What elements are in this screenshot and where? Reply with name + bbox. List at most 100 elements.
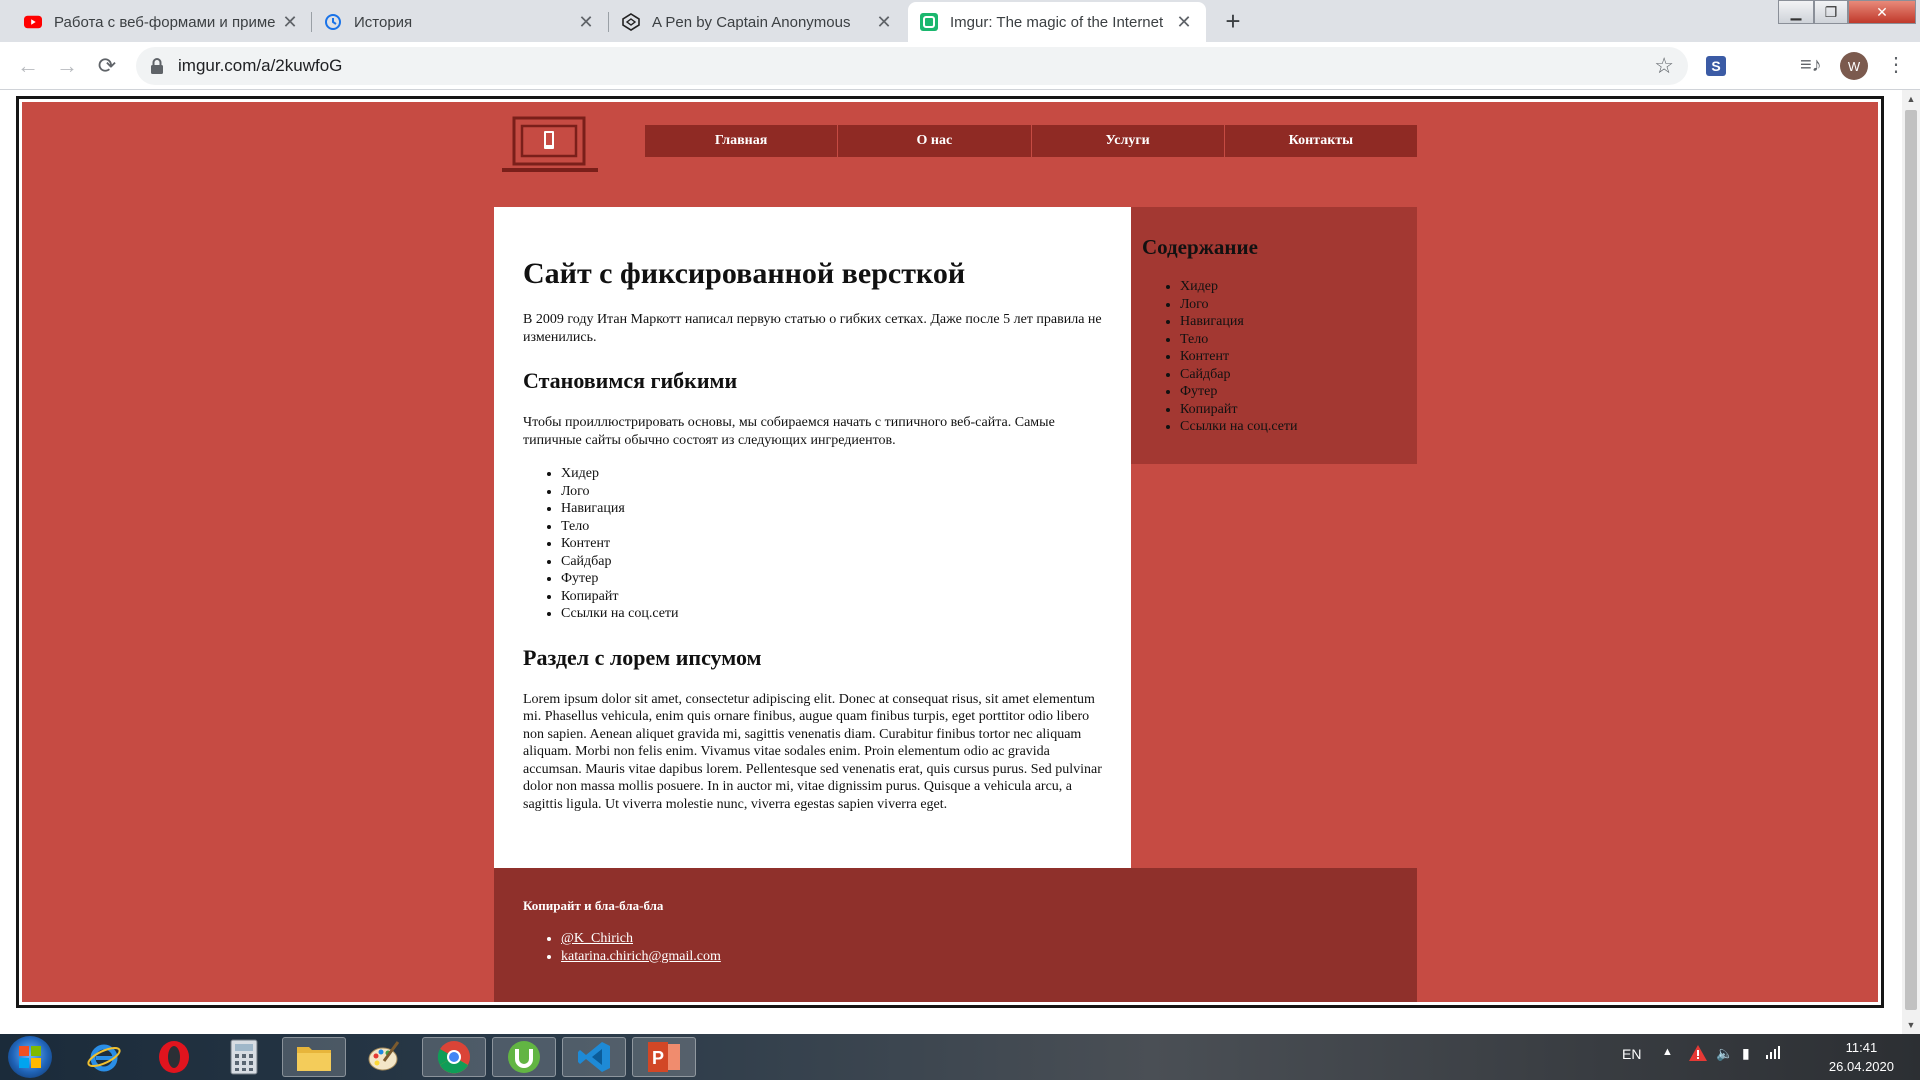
sidebar-item: Лого [1180, 296, 1407, 314]
list-item: Лого [561, 483, 1103, 501]
list-item: Хидер [561, 465, 1103, 483]
chrome-icon[interactable] [422, 1037, 486, 1077]
laptop-logo-icon[interactable] [500, 116, 600, 176]
opera-icon[interactable] [142, 1037, 206, 1077]
power-icon[interactable]: ▮ [1742, 1045, 1750, 1062]
list-item: Футер [561, 570, 1103, 588]
list-item: Тело [561, 518, 1103, 536]
vscode-icon[interactable] [562, 1037, 626, 1077]
nav-about[interactable]: О нас [838, 125, 1032, 157]
history-icon [324, 13, 342, 31]
sidebar-item: Контент [1180, 348, 1407, 366]
language-indicator[interactable]: EN [1622, 1046, 1641, 1062]
sidebar-item: Копирайт [1180, 401, 1407, 419]
tab-title: История [354, 13, 413, 31]
start-button[interactable] [8, 1036, 52, 1078]
sidebar-item: Навигация [1180, 313, 1407, 331]
tab-close-icon[interactable]: ✕ [576, 12, 596, 33]
show-hidden-icons-icon[interactable]: ▲ [1662, 1046, 1673, 1058]
footer-links: @K_Chirich katarina.chirich@gmail.com [561, 930, 1388, 965]
codepen-icon [622, 13, 640, 31]
vertical-scrollbar[interactable]: ▲ ▼ [1902, 90, 1920, 1034]
tab-youtube[interactable]: Работа с веб-формами и приме ✕ [12, 2, 312, 42]
body-paragraph: Чтобы проиллюстрировать основы, мы собир… [523, 415, 1055, 448]
nav-home[interactable]: Главная [645, 125, 839, 157]
sidebar-item: Тело [1180, 331, 1407, 349]
menu-kebab-icon[interactable]: ⋮ [1886, 52, 1906, 77]
tab-imgur[interactable]: Imgur: The magic of the Internet ✕ [908, 2, 1206, 42]
windows-taskbar: P EN ▲ 🔈 ▮ 11:41 26.04.2020 [0, 1034, 1920, 1080]
lorem-paragraph: Lorem ipsum dolor sit amet, consectetur … [523, 691, 1102, 812]
volume-icon[interactable]: 🔈 [1716, 1045, 1733, 1062]
new-tab-button[interactable]: + [1214, 6, 1252, 36]
sidebar-title: Содержание [1142, 235, 1258, 259]
nav-contacts[interactable]: Контакты [1225, 125, 1417, 157]
page-viewport: Главная О нас Услуги Контакты Сайт с фик… [0, 90, 1920, 1034]
site-footer: Копирайт и бла-бла-бла @K_Chirich katari… [494, 868, 1417, 1002]
svg-text:P: P [652, 1048, 664, 1068]
tab-separator [608, 12, 609, 32]
tab-history[interactable]: История ✕ [312, 2, 608, 42]
email-link[interactable]: katarina.chirich@gmail.com [561, 949, 721, 964]
bookmark-star-icon[interactable]: ☆ [1654, 53, 1674, 79]
file-explorer-icon[interactable] [282, 1037, 346, 1077]
footer-link-item: katarina.chirich@gmail.com [561, 948, 1388, 966]
ingredients-list: Хидер Лого Навигация Тело Контент Сайдба… [561, 465, 1103, 623]
tab-codepen[interactable]: A Pen by Captain Anonymous ✕ [610, 2, 906, 42]
url-text: imgur.com/a/2kuwfoG [178, 56, 343, 75]
sidebar-item: Ссылки на соц.сети [1180, 418, 1407, 436]
reload-button[interactable]: ⟳ [91, 50, 123, 82]
calculator-icon[interactable] [212, 1037, 276, 1077]
extension-s-icon[interactable]: S [1706, 56, 1726, 76]
tab-strip: Работа с веб-формами и приме ✕ История ✕… [0, 0, 1920, 42]
tab-close-icon[interactable]: ✕ [1174, 12, 1194, 33]
scroll-up-arrow-icon[interactable]: ▲ [1902, 90, 1920, 108]
forward-button[interactable]: → [51, 50, 83, 82]
tab-close-icon[interactable]: ✕ [874, 12, 894, 33]
powerpoint-icon[interactable]: P [632, 1037, 696, 1077]
list-item: Копирайт [561, 588, 1103, 606]
network-signal-icon[interactable] [1766, 1045, 1780, 1062]
tab-close-icon[interactable]: ✕ [280, 12, 300, 33]
warning-icon[interactable] [1688, 1044, 1708, 1065]
list-item: Сайдбар [561, 553, 1103, 571]
close-window-button[interactable]: ✕ [1848, 0, 1916, 24]
lock-icon [150, 57, 166, 75]
twitter-link[interactable]: @K_Chirich [561, 931, 633, 946]
browser-toolbar: ← → ⟳ imgur.com/a/2kuwfoG ☆ S ≡♪ W ⋮ [0, 42, 1920, 90]
paint-icon[interactable] [352, 1037, 416, 1077]
profile-initial: W [1847, 58, 1861, 74]
youtube-icon [24, 13, 42, 31]
sidebar-item: Хидер [1180, 278, 1407, 296]
back-button[interactable]: ← [12, 50, 44, 82]
minimize-button[interactable]: ▁ [1778, 0, 1814, 24]
footer-link-item: @K_Chirich [561, 930, 1388, 948]
maximize-button[interactable]: ❐ [1814, 0, 1848, 24]
image-frame: Главная О нас Услуги Контакты Сайт с фик… [16, 96, 1884, 1008]
list-item: Навигация [561, 500, 1103, 518]
list-item: Контент [561, 535, 1103, 553]
sidebar-list: Хидер Лого Навигация Тело Контент Сайдба… [1180, 278, 1407, 436]
media-control-icon[interactable]: ≡♪ [1800, 54, 1822, 77]
sidebar-item: Футер [1180, 383, 1407, 401]
clock-date: 26.04.2020 [1828, 1059, 1894, 1074]
scroll-thumb[interactable] [1905, 110, 1917, 1010]
tab-title: Работа с веб-формами и приме [54, 13, 276, 31]
sidebar: Содержание Хидер Лого Навигация Тело Кон… [1131, 207, 1417, 464]
address-bar[interactable]: imgur.com/a/2kuwfoG ☆ [136, 47, 1688, 85]
nav-services[interactable]: Услуги [1032, 125, 1225, 157]
site-navigation: Главная О нас Услуги Контакты [645, 125, 1417, 157]
imgur-icon [920, 13, 938, 31]
sidebar-item: Сайдбар [1180, 366, 1407, 384]
section-heading-flexible: Становимся гибкими [523, 368, 738, 393]
intro-paragraph: В 2009 году Итан Маркотт написал первую … [523, 312, 1102, 345]
scroll-down-arrow-icon[interactable]: ▼ [1902, 1016, 1920, 1034]
internet-explorer-icon[interactable] [72, 1037, 136, 1077]
profile-avatar[interactable]: W [1840, 52, 1868, 80]
clock[interactable]: 11:41 26.04.2020 [1829, 1038, 1894, 1076]
utorrent-icon[interactable] [492, 1037, 556, 1077]
tab-title: A Pen by Captain Anonymous [652, 13, 851, 31]
section-heading-lorem: Раздел с лорем ипсумом [523, 644, 762, 670]
site-screenshot: Главная О нас Услуги Контакты Сайт с фик… [19, 99, 1881, 1005]
list-item: Ссылки на соц.сети [561, 605, 1103, 623]
